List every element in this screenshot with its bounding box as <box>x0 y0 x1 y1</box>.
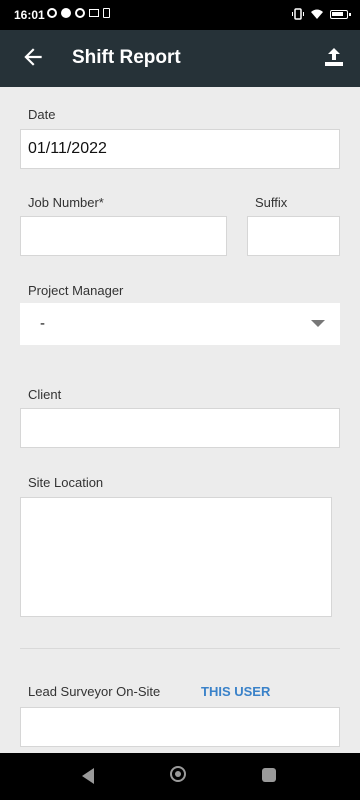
settings-notification-icon <box>75 8 85 18</box>
app-bar: Shift Report <box>0 30 360 87</box>
shift-report-form: Date 01/11/2022 Job Number* Suffix Proje… <box>0 87 360 753</box>
phone-notification-icon <box>103 8 110 18</box>
nav-back-icon[interactable] <box>82 768 94 784</box>
lead-surveyor-label: Lead Surveyor On-Site <box>28 684 161 699</box>
dropdown-arrow-icon <box>311 320 325 327</box>
suffix-label: Suffix <box>255 195 288 210</box>
job-number-label: Job Number* <box>28 195 104 210</box>
back-arrow-icon[interactable] <box>20 44 46 70</box>
date-label: Date <box>28 107 56 122</box>
project-manager-value: - <box>40 315 45 332</box>
battery-icon <box>330 9 351 19</box>
upload-icon[interactable] <box>322 45 346 69</box>
app-notification-icon <box>61 8 71 18</box>
vibrate-icon <box>292 8 304 20</box>
lead-surveyor-field[interactable] <box>20 707 340 747</box>
this-user-button[interactable]: THIS USER <box>201 684 270 699</box>
date-field[interactable]: 01/11/2022 <box>20 129 340 169</box>
nav-home-icon[interactable] <box>170 766 186 782</box>
project-manager-label: Project Manager <box>28 283 124 298</box>
date-value: 01/11/2022 <box>28 140 107 157</box>
client-label: Client <box>28 387 62 402</box>
site-location-label: Site Location <box>28 475 104 490</box>
wifi-icon <box>311 9 323 19</box>
suffix-field[interactable] <box>247 216 340 256</box>
project-manager-dropdown[interactable]: - <box>20 303 340 345</box>
mail-icon <box>89 9 99 17</box>
section-divider <box>20 648 340 649</box>
system-icons <box>292 8 351 20</box>
page-title: Shift Report <box>72 47 181 68</box>
job-number-field[interactable] <box>20 216 227 256</box>
client-field[interactable] <box>20 408 340 448</box>
status-bar: 16:01 <box>0 0 360 30</box>
nav-recents-icon[interactable] <box>262 768 276 782</box>
status-time: 16:01 <box>14 8 45 22</box>
notification-icons <box>47 8 110 18</box>
system-navigation-bar <box>0 753 360 800</box>
site-location-textarea[interactable] <box>20 497 332 617</box>
sync-icon <box>47 8 57 18</box>
